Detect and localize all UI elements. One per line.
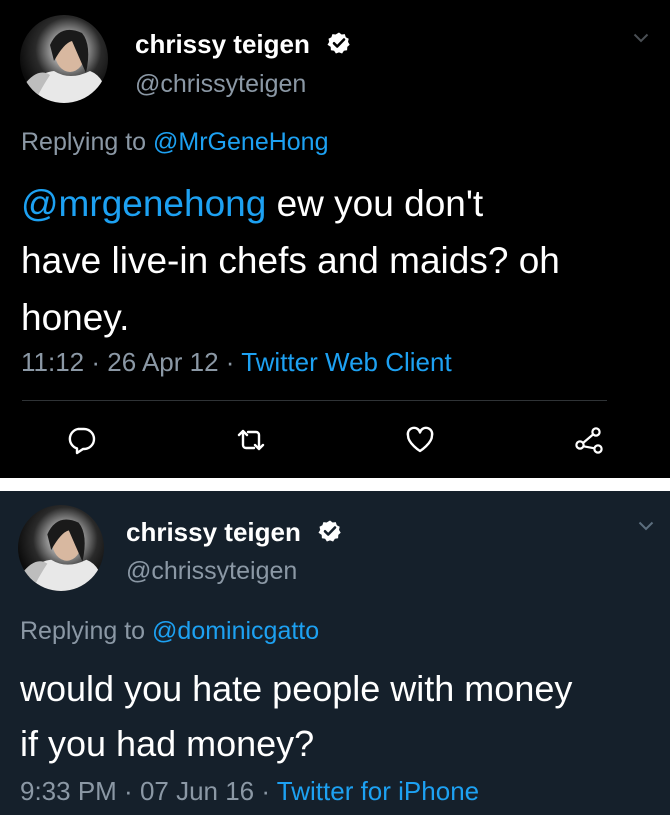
meta-separator: · — [254, 776, 277, 806]
tweet-date[interactable]: 07 Jun 16 — [140, 776, 254, 806]
tweet-card-2: chrissy teigen @chrissyteigen Replying t… — [0, 491, 670, 815]
like-button[interactable] — [404, 424, 436, 456]
replying-to-link[interactable]: @dominicgatto — [152, 617, 319, 645]
like-icon — [406, 426, 434, 453]
replying-to-link[interactable]: @MrGeneHong — [153, 128, 328, 156]
replying-to: Replying to @dominicgatto — [20, 617, 319, 646]
divider — [22, 400, 607, 401]
tweet-mention-link[interactable]: @mrgenehong — [21, 183, 266, 224]
avatar-photo — [21, 519, 104, 591]
meta-separator: · — [218, 347, 242, 377]
tweet-time[interactable]: 9:33 PM — [20, 776, 117, 806]
author-handle[interactable]: @chrissyteigen — [135, 70, 306, 99]
tweet-meta: 9:33 PM · 07 Jun 16 · Twitter for iPhone — [20, 776, 479, 807]
reply-icon — [68, 427, 96, 455]
tweet-card-1: chrissy teigen @chrissyteigen Replying t… — [0, 0, 670, 478]
tweet-time[interactable]: 11:12 — [21, 347, 84, 377]
replying-to: Replying to @MrGeneHong — [21, 128, 328, 157]
meta-separator: · — [84, 347, 108, 377]
tweet-line-1: would you hate people with money — [20, 668, 573, 709]
author-name[interactable]: chrissy teigen — [135, 29, 310, 60]
avatar-photo — [24, 29, 108, 103]
meta-separator: · — [116, 776, 140, 806]
tweet-line-2: have live-in chefs and maids? oh — [21, 240, 560, 281]
tweet-source-link[interactable]: Twitter for iPhone — [277, 776, 479, 806]
verified-badge-icon — [327, 32, 350, 54]
tweet-text: would you hate people with money if you … — [20, 661, 572, 771]
tweet-line-1: @mrgenehong ew you don't — [21, 175, 560, 232]
share-button[interactable] — [573, 424, 605, 456]
tweet-line-2: if you had money? — [20, 723, 315, 764]
retweet-button[interactable] — [235, 424, 267, 456]
chevron-down-icon[interactable] — [633, 33, 649, 43]
tweet-source-link[interactable]: Twitter Web Client — [241, 347, 451, 377]
replying-prefix: Replying to — [21, 128, 147, 156]
verified-badge-icon — [318, 520, 341, 542]
replying-prefix: Replying to — [20, 617, 146, 645]
share-icon — [575, 427, 603, 454]
avatar[interactable] — [20, 15, 108, 103]
reply-button[interactable] — [65, 424, 97, 456]
author-name[interactable]: chrissy teigen — [126, 517, 301, 548]
avatar[interactable] — [18, 505, 104, 591]
chevron-down-icon[interactable] — [638, 521, 654, 531]
tweet-meta: 11:12 · 26 Apr 12 · Twitter Web Client — [21, 347, 452, 378]
tweet-line-1-text: ew you don't — [266, 183, 484, 224]
author-handle[interactable]: @chrissyteigen — [126, 557, 297, 586]
tweet-line-3: honey. — [21, 297, 130, 338]
retweet-icon — [237, 429, 265, 451]
tweet-date[interactable]: 26 Apr 12 — [107, 347, 218, 377]
tweet-text: @mrgenehong ew you don't have live-in ch… — [21, 175, 560, 346]
